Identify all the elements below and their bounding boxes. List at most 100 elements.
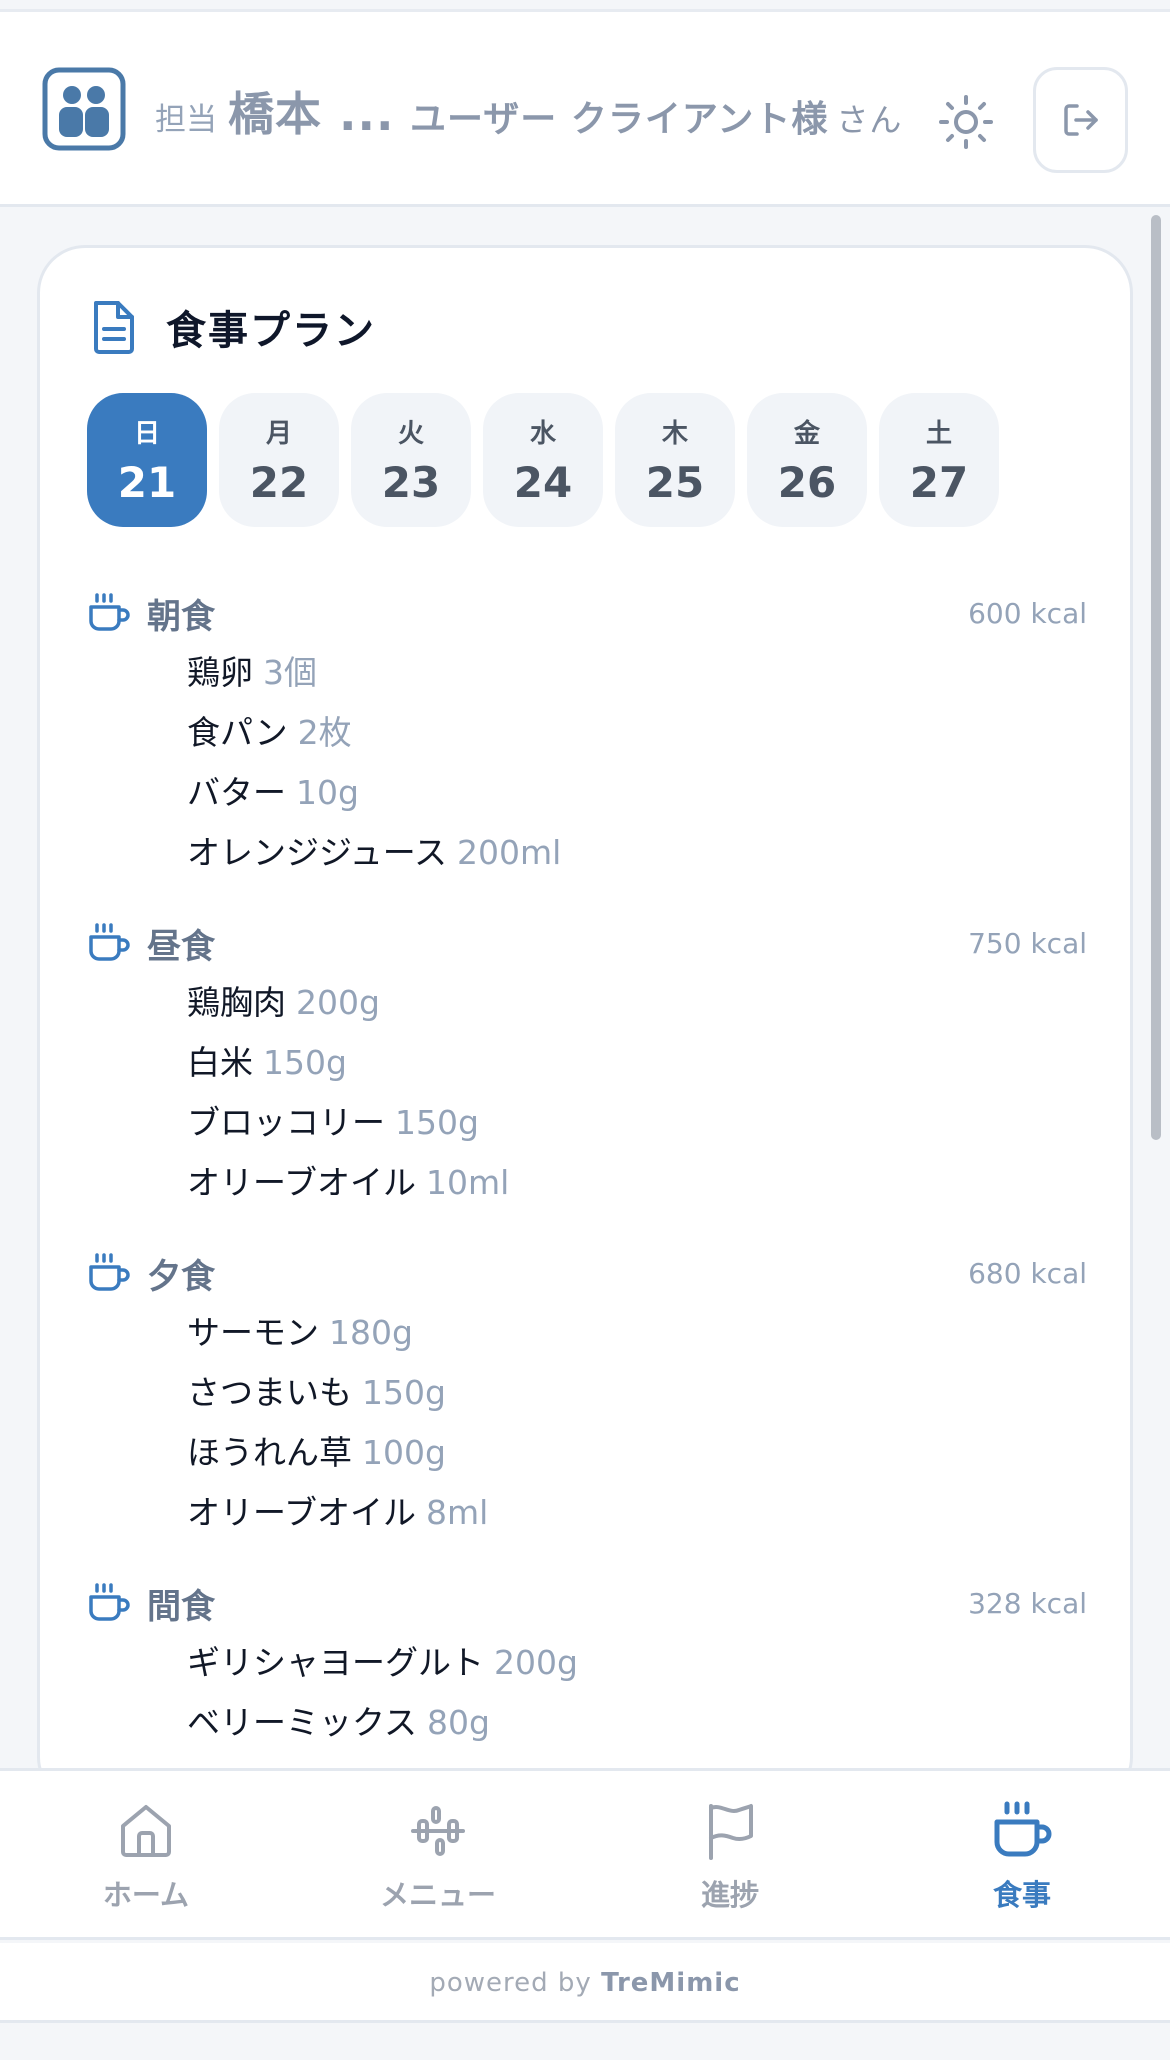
food-amount: 150g (362, 1373, 446, 1412)
food-item: ベリーミックス 80g (87, 1693, 1087, 1753)
day-number: 27 (909, 458, 969, 507)
day-number: 23 (381, 458, 441, 507)
food-amount: 3個 (263, 653, 317, 692)
day-number: 21 (117, 458, 177, 507)
food-name: オリーブオイル (187, 1163, 417, 1202)
food-item: サーモン 180g (87, 1303, 1087, 1363)
food-item: ほうれん草 100g (87, 1423, 1087, 1483)
food-item: 鶏卵 3個 (87, 643, 1087, 703)
food-name: ベリーミックス (187, 1703, 418, 1742)
food-name: サーモン (187, 1313, 319, 1352)
food-item: バター 10g (87, 763, 1087, 823)
meal-kcal: 750 kcal (968, 927, 1087, 960)
card-title: 食事プラン (166, 308, 376, 354)
logout-button[interactable] (1033, 67, 1128, 173)
day-tab-fri[interactable]: 金 26 (747, 393, 867, 527)
food-amount: 150g (263, 1043, 347, 1082)
day-number: 25 (645, 458, 705, 507)
meal-list: 朝食 600 kcal 鶏卵 3個 食パン 2枚 バター 10g オレンジジュース 20… (87, 583, 1087, 1802)
status-bar-divider (0, 0, 1170, 12)
food-item: オリーブオイル 10ml (87, 1153, 1087, 1213)
day-label: 土 (925, 419, 952, 449)
day-selector: 日 21 月 22 火 23 水 24 木 25 金 26 土 27 (87, 393, 1011, 527)
day-label: 木 (661, 419, 688, 449)
food-amount: 80g (427, 1703, 490, 1742)
day-tab-mon[interactable]: 月 22 (219, 393, 339, 527)
flag-icon (709, 1804, 753, 1860)
logout-icon (1063, 104, 1098, 136)
theme-toggle-sun-icon[interactable] (938, 94, 994, 150)
food-item: さつまいも 150g (87, 1363, 1087, 1423)
day-tab-sat[interactable]: 土 27 (879, 393, 999, 527)
food-name: さつまいも (187, 1373, 352, 1412)
footer: powered by TreMimic (0, 1943, 1170, 2023)
cup-icon (994, 1801, 1052, 1857)
food-amount: 8ml (426, 1493, 489, 1532)
meal-name: 間食 (147, 1586, 215, 1627)
meal-header: 夕食 680 kcal (87, 1243, 1087, 1303)
cup-icon (89, 1253, 130, 1291)
app-header: 担当 橋本 ... ユーザー クライアント様 さん (0, 12, 1170, 207)
food-name: 鶏胸肉 (187, 983, 286, 1022)
food-name: 食パン (187, 713, 288, 752)
nav-label: 食事 (992, 1878, 1051, 1912)
food-item: オレンジジュース 200ml (87, 823, 1087, 883)
scrollbar-thumb[interactable] (1151, 215, 1161, 1140)
meal-plan-card: 食事プラン 日 21 月 22 火 23 水 24 木 25 金 26 土 27 朝食 600… (37, 245, 1133, 1805)
meal-breakfast: 朝食 600 kcal 鶏卵 3個 食パン 2枚 バター 10g オレンジジュース 20… (87, 583, 1087, 913)
day-number: 22 (249, 458, 309, 507)
nav-label: 進捗 (700, 1878, 759, 1912)
nav-label: メニュー (379, 1878, 496, 1912)
food-amount: 180g (329, 1313, 413, 1352)
user-name: ユーザー クライアント様 さん (410, 90, 902, 142)
user-name-text: ユーザー クライアント様 (410, 99, 829, 140)
footer-prefix: powered by (429, 1968, 592, 1998)
day-tab-thu[interactable]: 木 25 (615, 393, 735, 527)
coach-prefix: 担当 (155, 102, 217, 138)
nav-home[interactable]: ホーム (0, 1771, 292, 1943)
day-tab-wed[interactable]: 水 24 (483, 393, 603, 527)
day-tab-sun[interactable]: 日 21 (87, 393, 207, 527)
food-name: ブロッコリー (187, 1103, 385, 1142)
food-amount: 100g (362, 1433, 446, 1472)
day-label: 水 (529, 419, 556, 449)
day-label: 日 (133, 419, 160, 449)
cup-icon (89, 923, 130, 961)
meal-name: 朝食 (147, 596, 215, 637)
food-item: 食パン 2枚 (87, 703, 1087, 763)
food-name: ほうれん草 (187, 1433, 352, 1472)
day-label: 月 (265, 419, 292, 449)
nav-label: ホーム (102, 1878, 190, 1912)
food-name: オリーブオイル (187, 1493, 417, 1532)
nav-progress[interactable]: 進捗 (584, 1771, 876, 1943)
day-label: 金 (793, 419, 820, 449)
nav-menu[interactable]: メニュー (292, 1771, 584, 1943)
food-amount: 200g (296, 983, 380, 1022)
food-item: 白米 150g (87, 1033, 1087, 1093)
meal-header: 間食 328 kcal (87, 1573, 1087, 1633)
home-icon (121, 1805, 171, 1857)
user-suffix: さん (836, 101, 903, 139)
cup-icon (89, 593, 130, 631)
cup-icon (89, 1583, 130, 1621)
meal-kcal: 680 kcal (968, 1257, 1087, 1290)
food-name: バター (187, 773, 286, 812)
meal-kcal: 600 kcal (968, 597, 1087, 630)
dumbbell-icon (411, 1806, 465, 1856)
day-number: 24 (513, 458, 573, 507)
food-item: ブロッコリー 150g (87, 1093, 1087, 1153)
meal-name: 昼食 (147, 926, 215, 967)
food-item: 鶏胸肉 200g (87, 973, 1087, 1033)
day-label: 火 (397, 419, 424, 449)
nav-meals[interactable]: 食事 (876, 1771, 1168, 1943)
footer-brand[interactable]: TreMimic (601, 1968, 741, 1998)
food-item: ギリシャヨーグルト 200g (87, 1633, 1087, 1693)
meal-lunch: 昼食 750 kcal 鶏胸肉 200g 白米 150g ブロッコリー 150g オリ… (87, 913, 1087, 1243)
bottom-nav: ホーム メニュー 進捗 食事 (0, 1768, 1170, 1940)
day-tab-tue[interactable]: 火 23 (351, 393, 471, 527)
document-icon (94, 301, 134, 354)
food-amount: 10g (296, 773, 359, 812)
food-name: オレンジジュース (187, 833, 448, 872)
card-header: 食事プラン (90, 298, 376, 356)
food-amount: 200ml (457, 833, 562, 872)
